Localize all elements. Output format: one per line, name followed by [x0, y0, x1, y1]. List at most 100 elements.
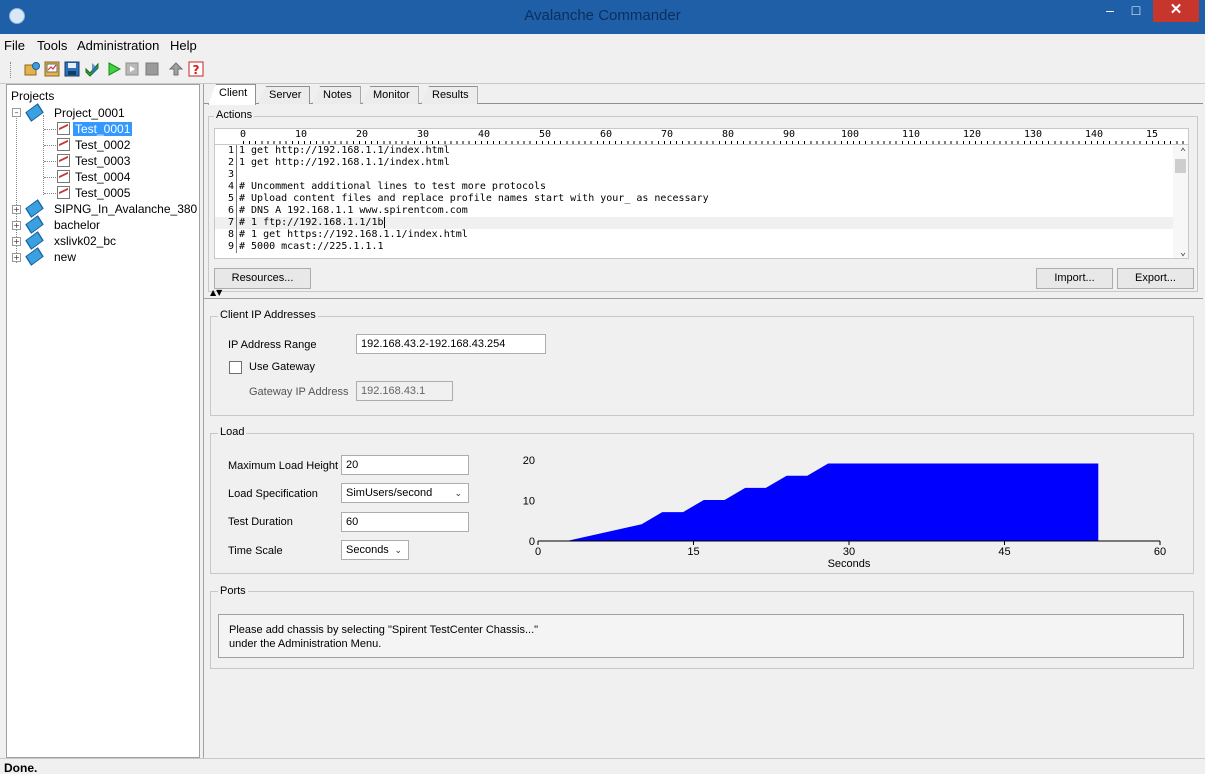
- help-icon[interactable]: ?: [188, 61, 204, 77]
- code-line: 6 # DNS A 192.168.1.1 www.spirentcom.com: [215, 205, 1175, 217]
- test-duration-input[interactable]: 60: [341, 512, 469, 532]
- ruler-label: 10: [295, 129, 308, 140]
- x-tick-label: 15: [687, 546, 699, 558]
- pause-icon[interactable]: [144, 61, 160, 77]
- y-tick-label: 10: [523, 496, 535, 508]
- splitter[interactable]: [204, 293, 1203, 299]
- tree-connector: [44, 193, 56, 194]
- tree-project[interactable]: new: [54, 250, 76, 264]
- menu-tools[interactable]: Tools: [37, 38, 67, 53]
- minimize-button[interactable]: –: [1097, 0, 1123, 22]
- stop-icon[interactable]: [124, 61, 140, 77]
- collapse-icon[interactable]: –: [12, 108, 21, 117]
- time-scale-select[interactable]: Seconds ⌄: [341, 540, 409, 560]
- tab-notes[interactable]: Notes: [312, 86, 361, 104]
- save-icon[interactable]: [64, 61, 80, 77]
- tree-connector: [44, 129, 56, 130]
- line-number: 4: [215, 181, 237, 193]
- ports-message-box: Please add chassis by selecting "Spirent…: [218, 614, 1184, 658]
- x-axis-label: Seconds: [828, 558, 871, 568]
- status-bar: Done.: [0, 758, 1205, 774]
- run-icon[interactable]: [106, 61, 122, 77]
- code-text: # Uncomment additional lines to test mor…: [239, 181, 547, 192]
- expand-icon[interactable]: +: [12, 205, 21, 214]
- tree-test[interactable]: Test_0002: [75, 138, 130, 152]
- ports-title: Ports: [218, 585, 248, 597]
- expand-icon[interactable]: +: [12, 253, 21, 262]
- client-ip-title: Client IP Addresses: [218, 309, 318, 321]
- ruler-label: 20: [356, 129, 369, 140]
- ruler-label: 15: [1146, 129, 1159, 140]
- tree-connector: [44, 177, 56, 178]
- expand-icon[interactable]: +: [12, 221, 21, 230]
- time-scale-value: Seconds: [346, 544, 389, 556]
- export-button[interactable]: Export...: [1117, 268, 1194, 289]
- tab-client[interactable]: Client: [208, 84, 257, 105]
- tab-monitor[interactable]: Monitor: [362, 86, 419, 104]
- code-text: # 5000 mcast://225.1.1.1: [239, 241, 384, 252]
- load-spec-select[interactable]: SimUsers/second ⌄: [341, 483, 469, 503]
- tree-test[interactable]: Test_0005: [75, 186, 130, 200]
- project-tree[interactable]: Projects – Project_0001 Test_0001 Test_0…: [6, 84, 200, 758]
- resources-button[interactable]: Resources...: [214, 268, 311, 289]
- expand-icon[interactable]: +: [12, 237, 21, 246]
- max-load-label: Maximum Load Height: [228, 460, 339, 472]
- maximize-button[interactable]: □: [1123, 0, 1149, 22]
- code-line: 3: [215, 169, 1175, 181]
- toolbar-grip: [10, 62, 13, 78]
- editor-scrollbar[interactable]: ⌃ ⌄: [1173, 145, 1188, 258]
- scroll-up-icon[interactable]: ⌃: [1180, 147, 1186, 158]
- max-load-input[interactable]: 20: [341, 455, 469, 475]
- tab-server[interactable]: Server: [258, 86, 311, 104]
- tree-project[interactable]: bachelor: [54, 218, 100, 232]
- column-ruler: 0 10 20 30 40 50 60 70 80 90 100 110 120…: [214, 128, 1189, 144]
- code-text: 1 get http://192.168.1.1/index.html: [239, 145, 450, 156]
- load-title: Load: [218, 426, 247, 438]
- use-gateway-label: Use Gateway: [249, 361, 316, 373]
- gateway-ip-input[interactable]: 192.168.43.1: [356, 381, 453, 401]
- import-button[interactable]: Import...: [1036, 268, 1113, 289]
- line-number: 9: [215, 241, 237, 253]
- new-project-icon[interactable]: [24, 61, 40, 77]
- svg-text:?: ?: [193, 63, 200, 77]
- toolbar: ?: [0, 56, 1205, 84]
- scroll-down-icon[interactable]: ⌄: [1180, 247, 1186, 258]
- tree-test[interactable]: Test_0004: [75, 170, 130, 184]
- test-icon: [57, 122, 70, 135]
- line-number: 5: [215, 193, 237, 205]
- ruler-label: 120: [963, 129, 982, 140]
- tree-title: Projects: [11, 89, 55, 103]
- project-icon: [26, 202, 44, 214]
- x-tick-label: 0: [535, 546, 541, 558]
- ruler-label: 80: [722, 129, 735, 140]
- tab-results[interactable]: Results: [421, 86, 478, 104]
- actions-editor[interactable]: 11 get http://192.168.1.1/index.html 21 …: [214, 144, 1189, 259]
- x-tick-label: 30: [843, 546, 855, 558]
- ruler-label: 110: [902, 129, 921, 140]
- tree-project[interactable]: Project_0001: [54, 106, 125, 120]
- validate-icon[interactable]: [84, 61, 100, 77]
- scroll-thumb[interactable]: [1175, 159, 1186, 173]
- project-icon: [26, 234, 44, 246]
- tree-test[interactable]: Test_0003: [75, 154, 130, 168]
- tree-connector: [44, 145, 56, 146]
- gateway-ip-label: Gateway IP Address: [249, 386, 349, 398]
- line-number: 2: [215, 157, 237, 169]
- y-tick-label: 0: [529, 536, 535, 548]
- use-gateway-checkbox[interactable]: [229, 361, 242, 374]
- y-tick-label: 20: [523, 456, 535, 467]
- tree-test[interactable]: Test_0001: [73, 122, 133, 136]
- close-button[interactable]: ✕: [1153, 0, 1199, 22]
- tree-project[interactable]: xslivk02_bc: [54, 234, 116, 248]
- menu-administration[interactable]: Administration: [77, 38, 159, 53]
- menu-file[interactable]: File: [4, 38, 25, 53]
- menu-help[interactable]: Help: [170, 38, 197, 53]
- ip-range-input[interactable]: 192.168.43.2-192.168.43.254: [356, 334, 546, 354]
- test-icon: [57, 170, 70, 183]
- tree-project[interactable]: SIPNG_In_Avalanche_380: [54, 202, 197, 216]
- new-test-icon[interactable]: [44, 61, 60, 77]
- window-title: Avalanche Commander: [524, 7, 681, 24]
- line-number: 3: [215, 169, 237, 181]
- ip-range-label: IP Address Range: [228, 339, 317, 351]
- upload-icon[interactable]: [168, 61, 184, 77]
